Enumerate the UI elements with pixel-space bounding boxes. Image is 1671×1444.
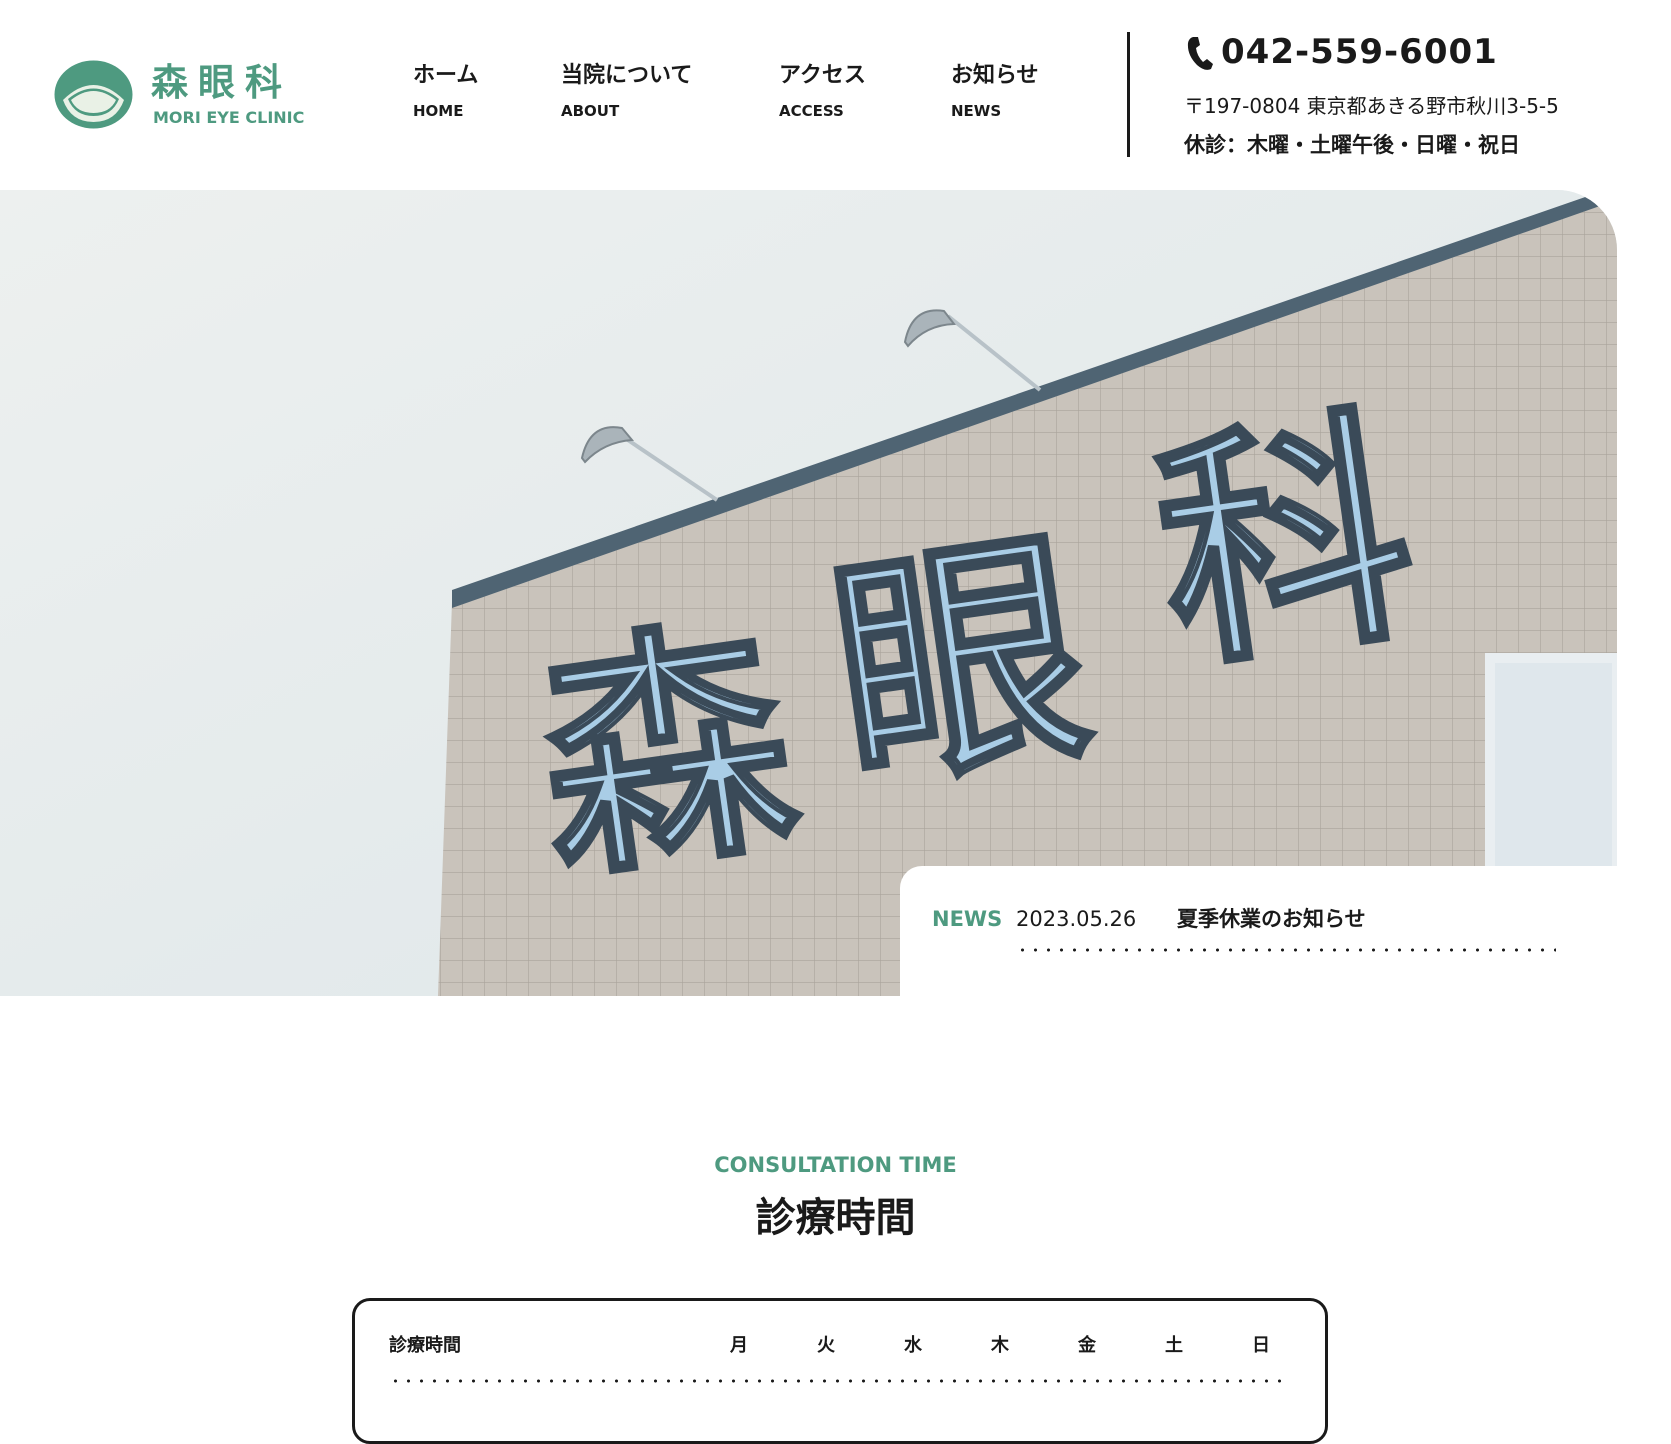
day-tue: 火 [817,1335,835,1356]
logo-name-en: MORI EYE CLINIC [153,108,305,127]
eye-logo-icon [54,60,133,129]
nav-about-label-jp: 当院について [561,63,693,88]
sign-char-mori: 森 [521,591,811,914]
table-header-label: 診療時間 [389,1335,461,1356]
news-title-link[interactable]: 夏季休業のお知らせ [1177,904,1366,934]
news-date: 2023.05.26 [1016,907,1137,931]
table-dotted-divider [389,1379,1289,1383]
phone-number[interactable]: 042-559-6001 [1221,30,1498,74]
news-dotted-divider [1016,948,1556,952]
sign-char-me: 眼 [816,502,1104,825]
nav-access[interactable]: アクセス ACCESS [779,60,866,121]
day-sat: 土 [1165,1335,1183,1356]
closed-days: 休診：木曜・土曜午後・日曜・祝日 [1184,133,1520,157]
nav-home[interactable]: ホーム HOME [413,60,478,121]
day-thu: 木 [991,1335,1009,1356]
nav-news-label-en: NEWS [951,102,1002,120]
day-mon: 月 [730,1335,748,1356]
consultation-table: 診療時間 月 火 水 木 金 土 日 [352,1298,1328,1444]
nav-news[interactable]: お知らせ NEWS [951,60,1039,121]
nav-home-label-jp: ホーム [413,63,479,88]
phone-icon [1187,37,1213,70]
nav-access-label-jp: アクセス [779,63,866,88]
header-divider [1127,32,1130,157]
day-sun: 日 [1252,1335,1270,1356]
nav-news-label-jp: お知らせ [951,63,1039,88]
nav-about-label-en: ABOUT [561,102,620,120]
day-wed: 水 [904,1335,922,1356]
clinic-logo[interactable]: 森眼科 MORI EYE CLINIC [54,60,304,132]
news-label: NEWS [932,907,1003,931]
nav-home-label-en: HOME [413,102,464,120]
news-card[interactable]: NEWS 2023.05.26 夏季休業のお知らせ [900,866,1671,1006]
logo-name-jp: 森眼科 [151,61,292,104]
nav-access-label-en: ACCESS [779,102,844,120]
clinic-address: 〒197-0804 東京都あきる野市秋川3-5-5 [1184,94,1559,118]
sign-char-ka: 科 [1141,381,1429,704]
section-title: 診療時間 [755,1195,916,1241]
section-heading-en: CONSULTATION TIME [714,1153,957,1177]
day-fri: 金 [1078,1335,1096,1356]
nav-about[interactable]: 当院について ABOUT [561,60,692,121]
